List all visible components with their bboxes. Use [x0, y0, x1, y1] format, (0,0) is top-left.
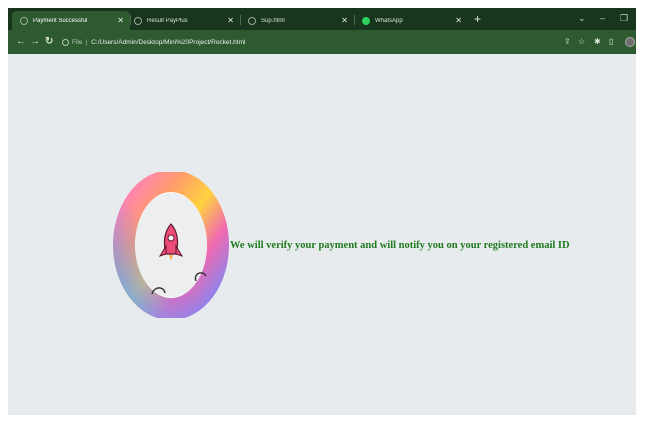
url-text: C:/Users/Admin/Desktop/Mini%20Project/Ro… [91, 38, 246, 46]
browser-toolbar: ← → ↻ File | C:/Users/Admin/Desktop/Mini… [8, 30, 636, 54]
info-icon[interactable] [62, 38, 69, 46]
close-icon[interactable]: ✕ [455, 16, 462, 25]
back-icon[interactable]: ← [16, 35, 26, 49]
tab-title: WhatsApp [375, 17, 403, 24]
reload-icon[interactable]: ↻ [45, 35, 53, 49]
share-icon[interactable]: ⇪ [564, 36, 571, 48]
tab-search-icon[interactable]: ⌄ [578, 11, 586, 25]
extensions-icon[interactable]: ✱ [594, 36, 601, 48]
new-tab-button[interactable]: + [474, 12, 481, 26]
globe-icon [248, 16, 256, 25]
browser-window: Payment Successful ✕ Result PayPlus ✕ Su… [8, 8, 636, 415]
tab-title: Result PayPlus [147, 17, 188, 24]
tab-strip: Payment Successful ✕ Result PayPlus ✕ Su… [8, 8, 636, 30]
minimize-icon[interactable]: – [600, 11, 605, 25]
tab-title: Payment Successful [33, 17, 88, 24]
address-bar[interactable]: File | C:/Users/Admin/Desktop/Mini%20Pro… [62, 35, 552, 49]
globe-icon [20, 16, 28, 25]
tab-result-payplus[interactable]: Result PayPlus ✕ [126, 11, 240, 30]
rocket-loader [112, 172, 230, 318]
globe-icon [134, 16, 142, 25]
restore-icon[interactable]: ❐ [620, 11, 628, 25]
page-content: We will verify your payment and will not… [8, 54, 636, 415]
profile-avatar[interactable] [625, 37, 635, 47]
whatsapp-icon [362, 16, 370, 25]
tab-sup-html[interactable]: Sup.html ✕ [240, 11, 354, 30]
forward-icon[interactable]: → [30, 35, 40, 49]
url-separator: | [85, 38, 88, 46]
tab-title: Sup.html [261, 17, 285, 24]
tab-whatsapp[interactable]: WhatsApp ✕ [354, 11, 468, 30]
tab-payment-successful[interactable]: Payment Successful ✕ [12, 11, 130, 30]
close-icon[interactable]: ✕ [227, 16, 234, 25]
close-icon[interactable]: ✕ [341, 16, 348, 25]
url-scheme: File [72, 38, 83, 46]
side-panel-icon[interactable]: ▯ [609, 36, 613, 48]
bookmark-star-icon[interactable]: ☆ [578, 36, 585, 48]
close-icon[interactable]: ✕ [117, 16, 124, 25]
verification-message: We will verify your payment and will not… [230, 240, 570, 251]
